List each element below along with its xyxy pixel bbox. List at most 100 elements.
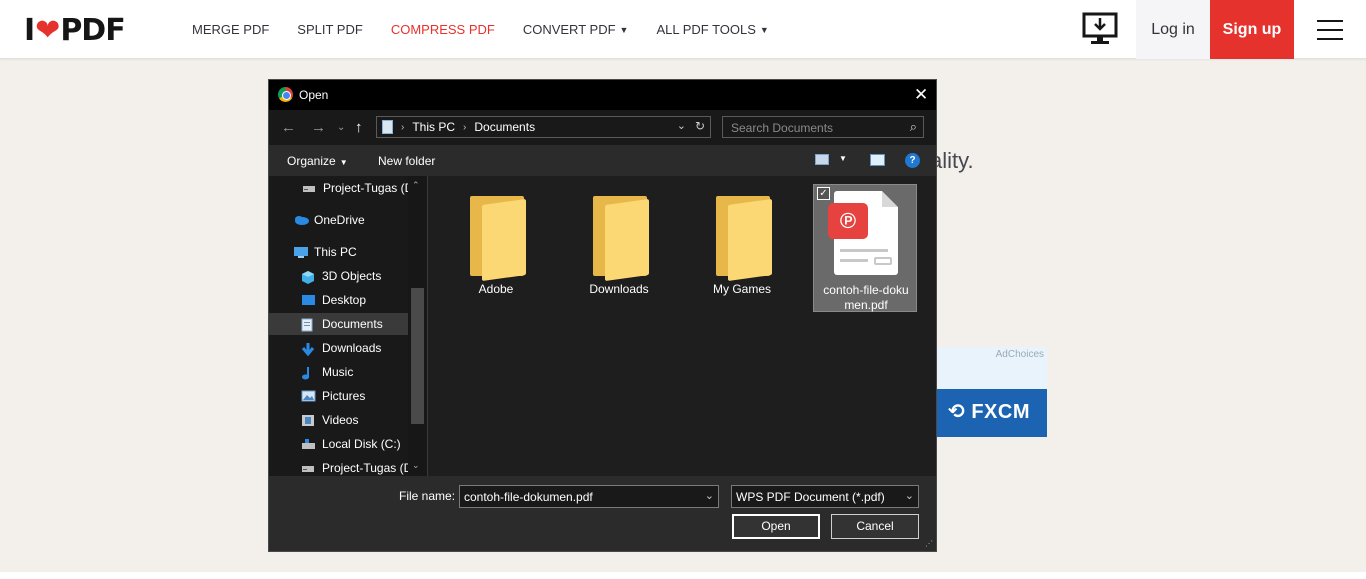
file-item-contoh-file-dokumen-pdf[interactable]: ✓ ℗ contoh-file-doku men.pdf [813, 184, 917, 312]
address-dropdown-icon[interactable]: ⌄ [677, 119, 686, 132]
sidebar-item-onedrive[interactable]: OneDrive [269, 209, 408, 231]
logo-text-left: I [24, 12, 35, 48]
up-arrow-icon[interactable]: ↑ [355, 119, 363, 136]
computer-icon [293, 246, 308, 259]
sidebar-item-documents[interactable]: Documents [269, 313, 408, 335]
sidebar-item-downloads[interactable]: Downloads [269, 337, 408, 359]
resize-grip-icon[interactable]: ⋰ [925, 539, 933, 548]
address-bar[interactable]: › This PC › Documents ⌄ ↻ [376, 116, 711, 138]
dialog-toolbar: Organize ▼ New folder ▼ ? [269, 145, 936, 176]
chevron-down-icon[interactable]: ⌄ [705, 489, 714, 502]
video-icon [301, 414, 316, 427]
scrollbar-thumb[interactable] [411, 288, 424, 424]
caret-down-icon: ▼ [339, 158, 348, 167]
ilovepdf-logo[interactable]: I ❤ PDF [24, 12, 126, 48]
address-row: ← → ⌄ ↑ › This PC › Documents ⌄ ↻ Search… [269, 110, 936, 145]
picture-icon [301, 390, 316, 403]
organize-button[interactable]: Organize ▼ [287, 154, 348, 168]
page-bottom-strip [0, 572, 1366, 579]
drive-icon [301, 462, 316, 475]
recent-locations-chevron-icon[interactable]: ⌄ [337, 122, 345, 133]
music-note-icon [301, 366, 316, 379]
close-icon[interactable]: ✕ [914, 85, 928, 105]
breadcrumb-separator-icon: › [401, 121, 405, 133]
sidebar-item-local-disk[interactable]: Local Disk (C:) [269, 433, 408, 455]
nav-split-pdf[interactable]: SPLIT PDF [297, 22, 363, 37]
desktop-download-icon[interactable] [1082, 12, 1118, 46]
refresh-icon[interactable]: ↻ [695, 119, 705, 133]
breadcrumb-documents[interactable]: Documents [474, 120, 535, 134]
breadcrumb-separator-icon: › [463, 121, 467, 133]
nav-convert-pdf[interactable]: CONVERT PDF ▼ [523, 22, 629, 37]
cancel-button[interactable]: Cancel [831, 514, 919, 539]
file-list: Adobe Downloads My Games ✓ ℗ contoh-file… [428, 176, 936, 476]
help-icon[interactable]: ? [905, 153, 920, 168]
view-options-caret-icon[interactable]: ▼ [839, 154, 847, 163]
folder-icon [593, 196, 649, 282]
disk-icon [301, 438, 316, 451]
file-name-label: contoh-file-doku men.pdf [823, 283, 909, 312]
sidebar-item-videos[interactable]: Videos [269, 409, 408, 431]
open-button[interactable]: Open [732, 514, 820, 539]
new-folder-button[interactable]: New folder [378, 154, 435, 168]
search-placeholder: Search Documents [731, 121, 834, 135]
site-header: I ❤ PDF MERGE PDF SPLIT PDF COMPRESS PDF C… [0, 0, 1366, 59]
dialog-titlebar[interactable]: Open ✕ [269, 80, 936, 110]
file-item-downloads[interactable]: Downloads [567, 184, 671, 312]
scroll-up-icon[interactable]: ⌃ [412, 180, 420, 191]
desktop-icon [301, 294, 316, 307]
folder-icon [716, 196, 772, 282]
sidebar-item-3d-objects[interactable]: 3D Objects [269, 265, 408, 287]
chrome-icon [278, 87, 293, 102]
heart-icon: ❤ [35, 12, 60, 48]
breadcrumb-this-pc[interactable]: This PC [412, 120, 455, 134]
open-file-dialog: Open ✕ ← → ⌄ ↑ › This PC › Documents ⌄ ↻… [268, 79, 937, 552]
pdf-badge-icon: ℗ [828, 203, 868, 239]
main-nav: MERGE PDF SPLIT PDF COMPRESS PDF CONVERT… [192, 0, 797, 59]
forward-arrow-icon[interactable]: → [311, 119, 326, 136]
sidebar-item-music[interactable]: Music [269, 361, 408, 383]
dialog-footer: File name: contoh-file-dokumen.pdf ⌄ WPS… [269, 476, 936, 551]
logo-text-right: PDF [60, 12, 125, 48]
sidebar-item-this-pc[interactable]: This PC [269, 241, 408, 263]
adchoices-label[interactable]: AdChoices [996, 349, 1044, 360]
sidebar-scrollbar[interactable]: ⌃ ⌄ [408, 176, 427, 476]
sidebar-item-desktop[interactable]: Desktop [269, 289, 408, 311]
search-icon: ⌕ [909, 119, 917, 134]
file-type-select[interactable]: WPS PDF Document (*.pdf) ⌄ [731, 485, 919, 508]
signup-button[interactable]: Sign up [1210, 0, 1294, 59]
drive-icon [302, 182, 317, 195]
hamburger-menu-icon[interactable] [1317, 20, 1343, 40]
preview-pane-icon[interactable] [870, 154, 885, 166]
navigation-pane: Project-Tugas (D OneDrive This PC 3D Obj… [269, 176, 427, 476]
ad-banner[interactable]: AdChoices ⟲ FXCM [934, 347, 1047, 437]
scroll-down-icon[interactable]: ⌄ [412, 460, 420, 471]
sidebar-item-project-tugas-bottom[interactable]: Project-Tugas (D [269, 457, 408, 476]
nav-all-pdf-tools[interactable]: ALL PDF TOOLS ▼ [656, 22, 768, 37]
wps-pdf-file-icon: ℗ [828, 191, 898, 275]
chevron-down-icon[interactable]: ⌄ [905, 489, 914, 502]
cloud-icon [293, 214, 309, 227]
nav-compress-pdf[interactable]: COMPRESS PDF [391, 22, 495, 37]
documents-folder-icon [382, 120, 393, 134]
back-arrow-icon[interactable]: ← [281, 119, 296, 136]
document-icon [301, 318, 316, 331]
folder-icon [470, 196, 526, 282]
login-button[interactable]: Log in [1136, 0, 1210, 59]
selection-checkbox[interactable]: ✓ [817, 187, 830, 200]
caret-down-icon: ▼ [619, 24, 629, 35]
dialog-title: Open [299, 88, 329, 102]
cube-icon [301, 270, 316, 284]
search-input[interactable]: Search Documents ⌕ [722, 116, 924, 138]
file-name-label: File name: [399, 489, 456, 503]
nav-merge-pdf[interactable]: MERGE PDF [192, 22, 269, 37]
download-arrow-icon [301, 342, 316, 356]
caret-down-icon: ▼ [759, 24, 769, 35]
sidebar-item-project-tugas-top[interactable]: Project-Tugas (D [269, 177, 408, 199]
file-item-my-games[interactable]: My Games [690, 184, 794, 312]
file-name-input[interactable]: contoh-file-dokumen.pdf ⌄ [459, 485, 719, 508]
ad-brand-logo: ⟲ FXCM [948, 401, 1030, 423]
file-item-adobe[interactable]: Adobe [444, 184, 548, 312]
change-view-icon[interactable] [815, 154, 829, 165]
sidebar-item-pictures[interactable]: Pictures [269, 385, 408, 407]
